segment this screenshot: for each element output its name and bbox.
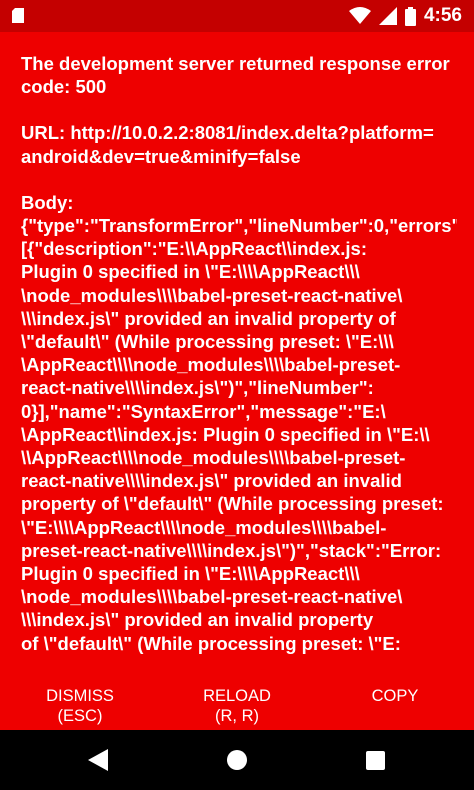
error-title-line: The development server returned response… xyxy=(21,53,450,74)
error-body-line: \AppReact\\\\node_modules\\\\babel-prese… xyxy=(21,354,401,376)
error-body-line: \\AppReact\\\\node_modules\\\\babel-pres… xyxy=(21,447,406,469)
recents-button[interactable] xyxy=(361,746,389,774)
error-body-line: \"E:\\\\AppReact\\\\node_modules\\\\babe… xyxy=(21,516,387,538)
home-icon xyxy=(227,750,247,770)
reload-label: RELOAD xyxy=(203,687,271,705)
error-body-line: react-native\\\\index.js\")","lineNumber… xyxy=(21,377,374,399)
error-title-line: code: 500 xyxy=(21,76,107,98)
error-body-label: Body: xyxy=(21,191,74,213)
back-button[interactable] xyxy=(84,746,112,774)
reload-button[interactable]: RELOAD (R, R) xyxy=(196,686,278,726)
error-url-line: URL: http://10.0.2.2:8081/index.delta?pl… xyxy=(21,122,434,144)
copy-button[interactable]: COPY xyxy=(362,686,428,706)
dismiss-button[interactable]: DISMISS (ESC) xyxy=(40,686,120,726)
error-url: URL: http://10.0.2.2:8081/index.delta?pl… xyxy=(21,121,457,167)
error-message: The development server returned response… xyxy=(21,52,457,677)
wifi-icon xyxy=(348,7,371,24)
error-body-line: react-native\\\\index.js\" provided an i… xyxy=(21,470,402,492)
error-body: Body: {"type":"TransformError","lineNumb… xyxy=(21,191,457,655)
error-body-line: 0}],"name":"SyntaxError","message":"E:\ xyxy=(21,400,386,422)
error-body-line: preset-react-native\\\\index.js\")","sta… xyxy=(21,539,442,561)
home-button[interactable] xyxy=(223,746,251,774)
back-icon xyxy=(88,749,108,771)
error-body-line: Plugin 0 specified in \"E:\\\\AppReact\\… xyxy=(21,261,360,283)
reload-shortcut: (R, R) xyxy=(215,707,259,725)
error-body-line: \node_modules\\\\babel-preset-react-nati… xyxy=(21,586,403,608)
dismiss-label: DISMISS xyxy=(46,687,114,705)
error-body-line: \"default\" (While processing preset: \"… xyxy=(21,331,394,353)
navigation-bar xyxy=(0,730,474,790)
error-body-line: {"type":"TransformError","lineNumber":0,… xyxy=(21,215,457,237)
cell-signal-icon xyxy=(378,7,397,25)
error-body-line: of \"default\" (While processing preset:… xyxy=(21,632,401,654)
error-body-line: \\\index.js\" provided an invalid proper… xyxy=(21,307,396,329)
error-body-line: property of \"default\" (While processin… xyxy=(21,493,444,515)
error-actions: DISMISS (ESC) RELOAD (R, R) COPY xyxy=(0,684,474,730)
copy-label: COPY xyxy=(371,687,419,705)
status-bar: 4:56 xyxy=(0,0,474,32)
error-body-line: \\\index.js\" provided an invalid proper… xyxy=(21,609,374,631)
dismiss-shortcut: (ESC) xyxy=(57,707,103,725)
recents-icon xyxy=(365,750,385,770)
battery-icon xyxy=(404,6,416,26)
error-title: The development server returned response… xyxy=(21,52,457,98)
error-body-line: \node_modules\\\\babel-preset-react-nati… xyxy=(21,284,403,306)
sd-card-icon xyxy=(12,8,24,23)
status-icons: 4:56 xyxy=(348,5,462,27)
error-body-line: [{"description":"E:\\AppReact\\index.js: xyxy=(21,238,367,260)
error-body-line: Plugin 0 specified in \"E:\\\\AppReact\\… xyxy=(21,563,360,585)
error-url-line: android&dev=true&minify=false xyxy=(21,145,301,167)
error-body-line: \AppReact\\index.js: Plugin 0 specified … xyxy=(21,423,430,445)
status-time: 4:56 xyxy=(423,5,462,26)
error-body-text: {"type":"TransformError","lineNumber":0,… xyxy=(21,214,457,655)
